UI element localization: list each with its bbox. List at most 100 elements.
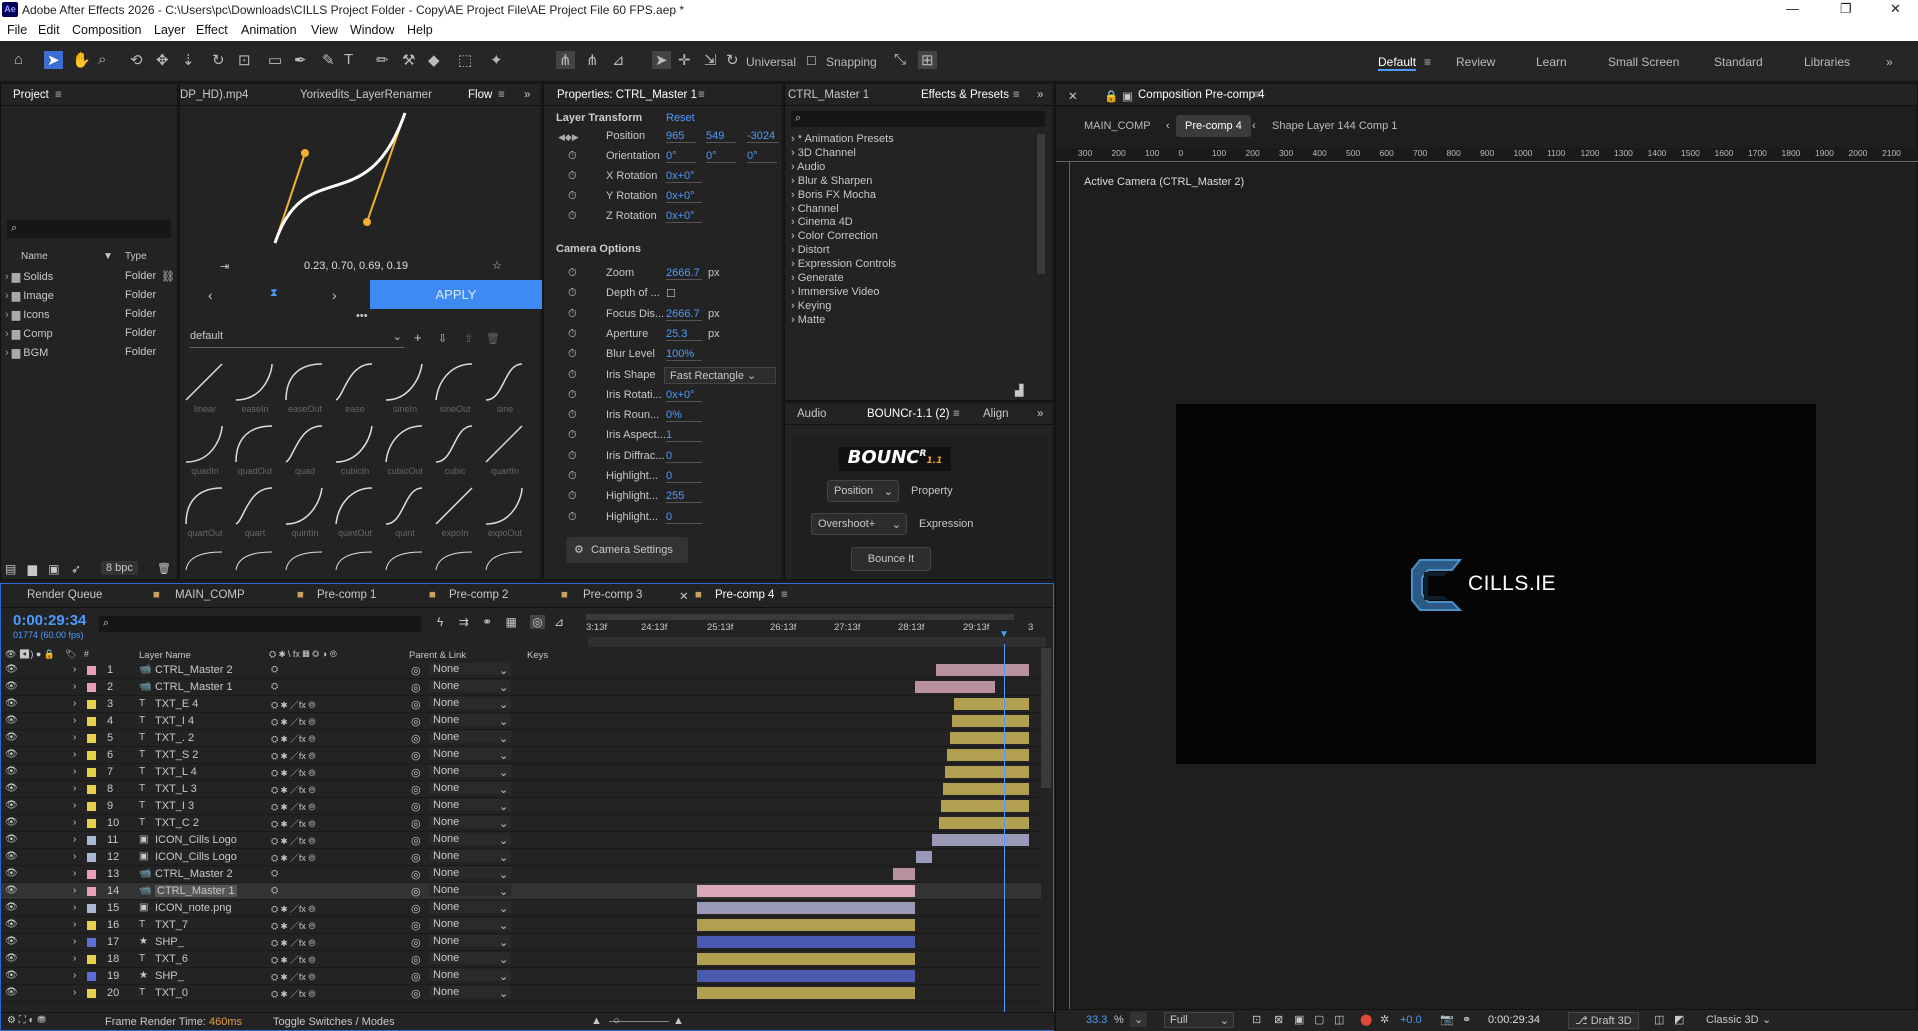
visibility-eye-icon[interactable]: 👁 xyxy=(5,834,18,845)
project-menu-icon[interactable]: ≡ xyxy=(55,89,62,101)
preset-curve-quart[interactable] xyxy=(234,486,274,526)
effects-menu-icon[interactable]: ≡ xyxy=(1013,89,1020,101)
preset-curve-quad[interactable] xyxy=(284,424,324,464)
camera-prop-value[interactable]: 0x+0° xyxy=(666,389,702,402)
home-icon[interactable]: ⌂ xyxy=(14,51,23,68)
pick-whip-icon[interactable]: ◎ xyxy=(411,885,421,898)
layer-switches[interactable]: ⛭ ✱ ／fx ⦾ xyxy=(271,987,316,1000)
layer-name[interactable]: TXT_E 4 xyxy=(155,698,198,710)
expand-layer-icon[interactable]: › xyxy=(73,766,76,777)
dolly-tool-icon[interactable]: ⇣ xyxy=(182,51,195,69)
preset-curve-quartOut[interactable] xyxy=(184,486,224,526)
workspace-default[interactable]: Default xyxy=(1378,55,1417,71)
visibility-eye-icon[interactable]: 👁 xyxy=(5,987,18,998)
layer-duration-bar[interactable] xyxy=(915,681,995,693)
renderer-select[interactable]: Classic 3D xyxy=(1706,1014,1759,1026)
expand-layer-icon[interactable]: › xyxy=(73,681,76,692)
col-layer-name[interactable]: Layer Name xyxy=(139,650,191,661)
layer-switches[interactable]: ⛭ ✱ ／fx ⦾ xyxy=(271,953,316,966)
preset-curve-cubic[interactable] xyxy=(434,424,474,464)
preset-curve-quadIn[interactable] xyxy=(184,424,224,464)
camera-dolly-icon[interactable]: ⇲ xyxy=(704,51,717,69)
tab-effects-presets[interactable]: Effects & Presets xyxy=(921,89,1009,101)
effect-category[interactable]: › Channel xyxy=(791,203,839,215)
rectangle-tool-icon[interactable]: ▭ xyxy=(268,51,282,69)
visibility-eye-icon[interactable]: 👁 xyxy=(5,732,18,743)
selection-tool-icon[interactable]: ➤ xyxy=(44,51,63,69)
timeline-menu-icon[interactable]: ≡ xyxy=(781,589,788,601)
pick-whip-icon[interactable]: ◎ xyxy=(411,715,421,728)
layer-switches[interactable]: ⛭ ✱ ／fx ⦾ xyxy=(271,749,316,762)
pan-tool-icon[interactable]: ✥ xyxy=(156,51,169,69)
camera-prop-value[interactable]: 0 xyxy=(666,470,702,483)
layer-row[interactable]: 👁 › 14 📹 CTRL_Master 1 ⛭ ◎ None ⌄ xyxy=(1,883,1041,900)
layer-name[interactable]: TXT_6 xyxy=(155,953,188,965)
tab-render-queue[interactable]: Render Queue xyxy=(27,589,102,601)
project-item[interactable]: › ▆ BGM xyxy=(5,346,48,359)
preset-curve-sineOut[interactable] xyxy=(434,362,474,402)
layer-switches[interactable]: ⛭ ✱ ／fx ⦾ xyxy=(271,732,316,745)
layer-row[interactable]: 👁 › 11 ▣ ICON_Cills Logo ⛭ ✱ ／fx ⦾ ◎ None ⌄ xyxy=(1,832,1041,849)
pick-whip-icon[interactable]: ◎ xyxy=(411,766,421,779)
label-color-swatch[interactable] xyxy=(87,938,96,947)
yrot-value[interactable]: 0x+0° xyxy=(666,190,702,203)
toggle-switches-modes[interactable]: Toggle Switches / Modes xyxy=(273,1016,395,1028)
zoom-dropdown-icon[interactable]: ⌄ xyxy=(1130,1012,1148,1027)
camera-prop-value[interactable]: 2666.7 xyxy=(666,308,702,321)
layer-row[interactable]: 👁 › 5 T TXT_. 2 ⛭ ✱ ／fx ⦾ ◎ None ⌄ xyxy=(1,730,1041,747)
color-management-icon[interactable]: ✲ xyxy=(1380,1013,1389,1026)
visibility-eye-icon[interactable]: 👁 xyxy=(5,749,18,760)
layer-row[interactable]: 👁 › 6 T TXT_S 2 ⛭ ✱ ／fx ⦾ ◎ None ⌄ xyxy=(1,747,1041,764)
show-snapshot-icon[interactable]: ⚭ xyxy=(1462,1013,1471,1026)
workspace-learn[interactable]: Learn xyxy=(1536,55,1567,69)
layer-duration-bar[interactable] xyxy=(941,800,1029,812)
preset-curve-easeOut[interactable] xyxy=(284,362,324,402)
stopwatch-icon[interactable]: ⏱ xyxy=(568,369,577,382)
pick-whip-icon[interactable]: ◎ xyxy=(411,749,421,762)
project-title[interactable]: Project xyxy=(13,89,49,101)
preset-curve-linear[interactable] xyxy=(184,362,224,402)
expand-layer-icon[interactable]: › xyxy=(73,987,76,998)
layer-name[interactable]: ICON_Cills Logo xyxy=(155,851,237,863)
export-preset-icon[interactable]: ⇪ xyxy=(464,332,473,345)
visibility-eye-icon[interactable]: 👁 xyxy=(5,970,18,981)
menu-animation[interactable]: Animation xyxy=(241,23,297,37)
project-search-input[interactable]: ⌕ xyxy=(7,220,171,238)
position-y[interactable]: 549 xyxy=(706,130,736,143)
layer-name[interactable]: CTRL_Master 1 xyxy=(155,885,237,897)
preset-curve-partial[interactable] xyxy=(484,550,524,570)
workspace-review[interactable]: Review xyxy=(1456,55,1495,69)
orientation-z[interactable]: 0° xyxy=(747,150,777,163)
expand-layer-icon[interactable]: › xyxy=(73,885,76,896)
stopwatch-icon[interactable]: ⏱ xyxy=(568,348,577,361)
pen-tool-2-icon[interactable]: ✎ xyxy=(322,51,335,69)
tab-precomp1[interactable]: Pre-comp 1 xyxy=(317,589,376,601)
label-color-swatch[interactable] xyxy=(87,955,96,964)
menu-composition[interactable]: Composition xyxy=(72,23,141,37)
expand-layer-icon[interactable]: › xyxy=(73,783,76,794)
expand-layer-icon[interactable]: › xyxy=(73,851,76,862)
label-color-swatch[interactable] xyxy=(87,989,96,998)
snap-grid-icon[interactable]: ⊞ xyxy=(918,51,937,69)
layer-duration-bar[interactable] xyxy=(697,970,915,982)
project-item[interactable]: › ▆ Comp xyxy=(5,327,53,340)
mask-icon[interactable]: ▣ xyxy=(1294,1013,1304,1026)
layer-duration-bar[interactable] xyxy=(932,834,1029,846)
pick-whip-icon[interactable]: ◎ xyxy=(411,817,421,830)
layer-row[interactable]: 👁 › 2 📹 CTRL_Master 1 ⛭ ◎ None ⌄ xyxy=(1,679,1041,696)
layer-row[interactable]: 👁 › 8 T TXT_L 3 ⛭ ✱ ／fx ⦾ ◎ None ⌄ xyxy=(1,781,1041,798)
next-icon[interactable]: › xyxy=(332,287,337,303)
visibility-eye-icon[interactable]: 👁 xyxy=(5,800,18,811)
layer-row[interactable]: 👁 › 16 T TXT_7 ⛭ ✱ ／fx ⦾ ◎ None ⌄ xyxy=(1,917,1041,934)
workspace-libraries[interactable]: Libraries xyxy=(1804,55,1850,69)
layer-switches[interactable]: ⛭ ✱ ／fx ⦾ xyxy=(271,715,316,728)
layer-row[interactable]: 👁 › 17 ★ SHP_ ⛭ ✱ ／fx ⦾ ◎ None ⌄ xyxy=(1,934,1041,951)
pick-whip-icon[interactable]: ◎ xyxy=(411,851,421,864)
tab-precomp4[interactable]: Pre-comp 4 xyxy=(715,589,774,601)
layer-switches[interactable]: ⛭ ✱ ／fx ⦾ xyxy=(271,766,316,779)
zoom-in-icon[interactable]: ▲ xyxy=(673,1015,684,1027)
layer-name[interactable]: TXT_L 4 xyxy=(155,766,197,778)
layer-row[interactable]: 👁 › 3 T TXT_E 4 ⛭ ✱ ／fx ⦾ ◎ None ⌄ xyxy=(1,696,1041,713)
axis-world-icon[interactable]: ⋔ xyxy=(586,51,599,69)
handle-point-1[interactable] xyxy=(301,149,309,157)
